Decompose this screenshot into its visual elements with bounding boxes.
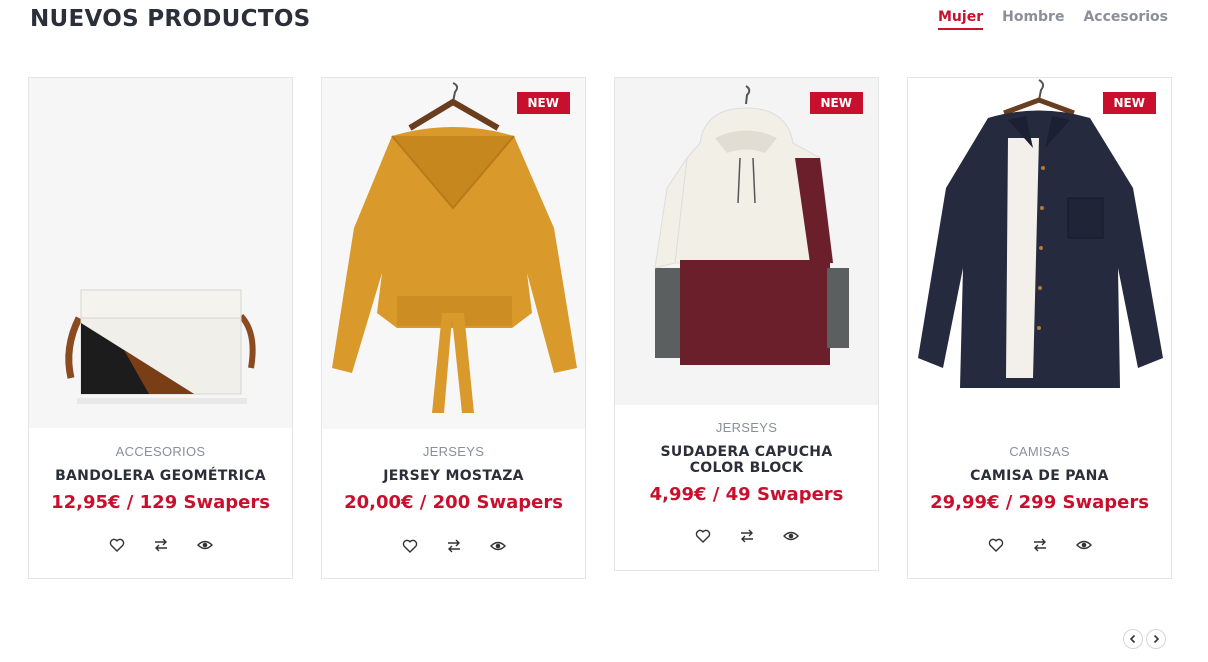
product-image[interactable]: [615, 78, 878, 405]
product-card[interactable]: ACCESORIOS BANDOLERA GEOMÉTRICA 12,95€ /…: [28, 77, 293, 579]
compare-icon[interactable]: [1029, 536, 1051, 554]
product-name[interactable]: JERSEY MOSTAZA: [322, 468, 585, 484]
new-badge: NEW: [516, 92, 570, 114]
product-price: 20,00€ / 200 Swapers: [344, 492, 563, 513]
heart-icon[interactable]: [106, 536, 128, 554]
eye-icon[interactable]: [194, 536, 216, 554]
product-name[interactable]: SUDADERA CAPUCHA COLOR BLOCK: [615, 444, 878, 476]
product-card[interactable]: NEW CAMISAS CAMISA DE PANA 29,99€ / 299 …: [907, 77, 1172, 579]
product-image[interactable]: [908, 78, 1171, 428]
compare-icon[interactable]: [443, 537, 465, 555]
shirt-image: [908, 78, 1171, 428]
product-card[interactable]: JERSEYS SUDADERA CAPUCHA COLOR BLOCK 4,9…: [614, 77, 879, 571]
category-tabs: Mujer Hombre Accesorios: [938, 9, 1168, 30]
product-price: 12,95€ / 129 Swapers: [51, 492, 270, 513]
new-badge: NEW: [809, 92, 863, 114]
eye-icon[interactable]: [1073, 536, 1095, 554]
heart-icon[interactable]: [692, 527, 714, 545]
compare-icon[interactable]: [150, 536, 172, 554]
section-title: NUEVOS PRODUCTOS: [30, 6, 311, 32]
product-price: 29,99€ / 299 Swapers: [930, 492, 1149, 513]
sweater-image: [322, 78, 585, 429]
prev-arrow-icon[interactable]: [1123, 629, 1143, 649]
heart-icon[interactable]: [399, 537, 421, 555]
tab-mujer[interactable]: Mujer: [938, 9, 984, 30]
product-category: ACCESORIOS: [115, 444, 206, 459]
heart-icon[interactable]: [985, 536, 1007, 554]
product-category: JERSEYS: [715, 420, 778, 435]
product-image[interactable]: [322, 78, 585, 429]
carousel-nav: [1123, 629, 1166, 649]
eye-icon[interactable]: [780, 527, 802, 545]
product-category: JERSEYS: [422, 444, 485, 459]
bag-image: [29, 78, 292, 428]
compare-icon[interactable]: [736, 527, 758, 545]
hoodie-image: [615, 78, 878, 405]
next-arrow-icon[interactable]: [1146, 629, 1166, 649]
product-name[interactable]: BANDOLERA GEOMÉTRICA: [29, 468, 292, 484]
tab-accesorios[interactable]: Accesorios: [1083, 9, 1168, 30]
product-card[interactable]: NEW JERSEYS JERSEY MOSTAZA 20,00€ / 200 …: [321, 77, 586, 579]
product-image[interactable]: [29, 78, 292, 428]
tab-hombre[interactable]: Hombre: [1002, 9, 1064, 30]
product-price: 4,99€ / 49 Swapers: [649, 484, 844, 505]
new-badge: NEW: [1102, 92, 1156, 114]
product-name[interactable]: CAMISA DE PANA: [908, 468, 1171, 484]
product-category: CAMISAS: [1009, 444, 1070, 459]
eye-icon[interactable]: [487, 537, 509, 555]
